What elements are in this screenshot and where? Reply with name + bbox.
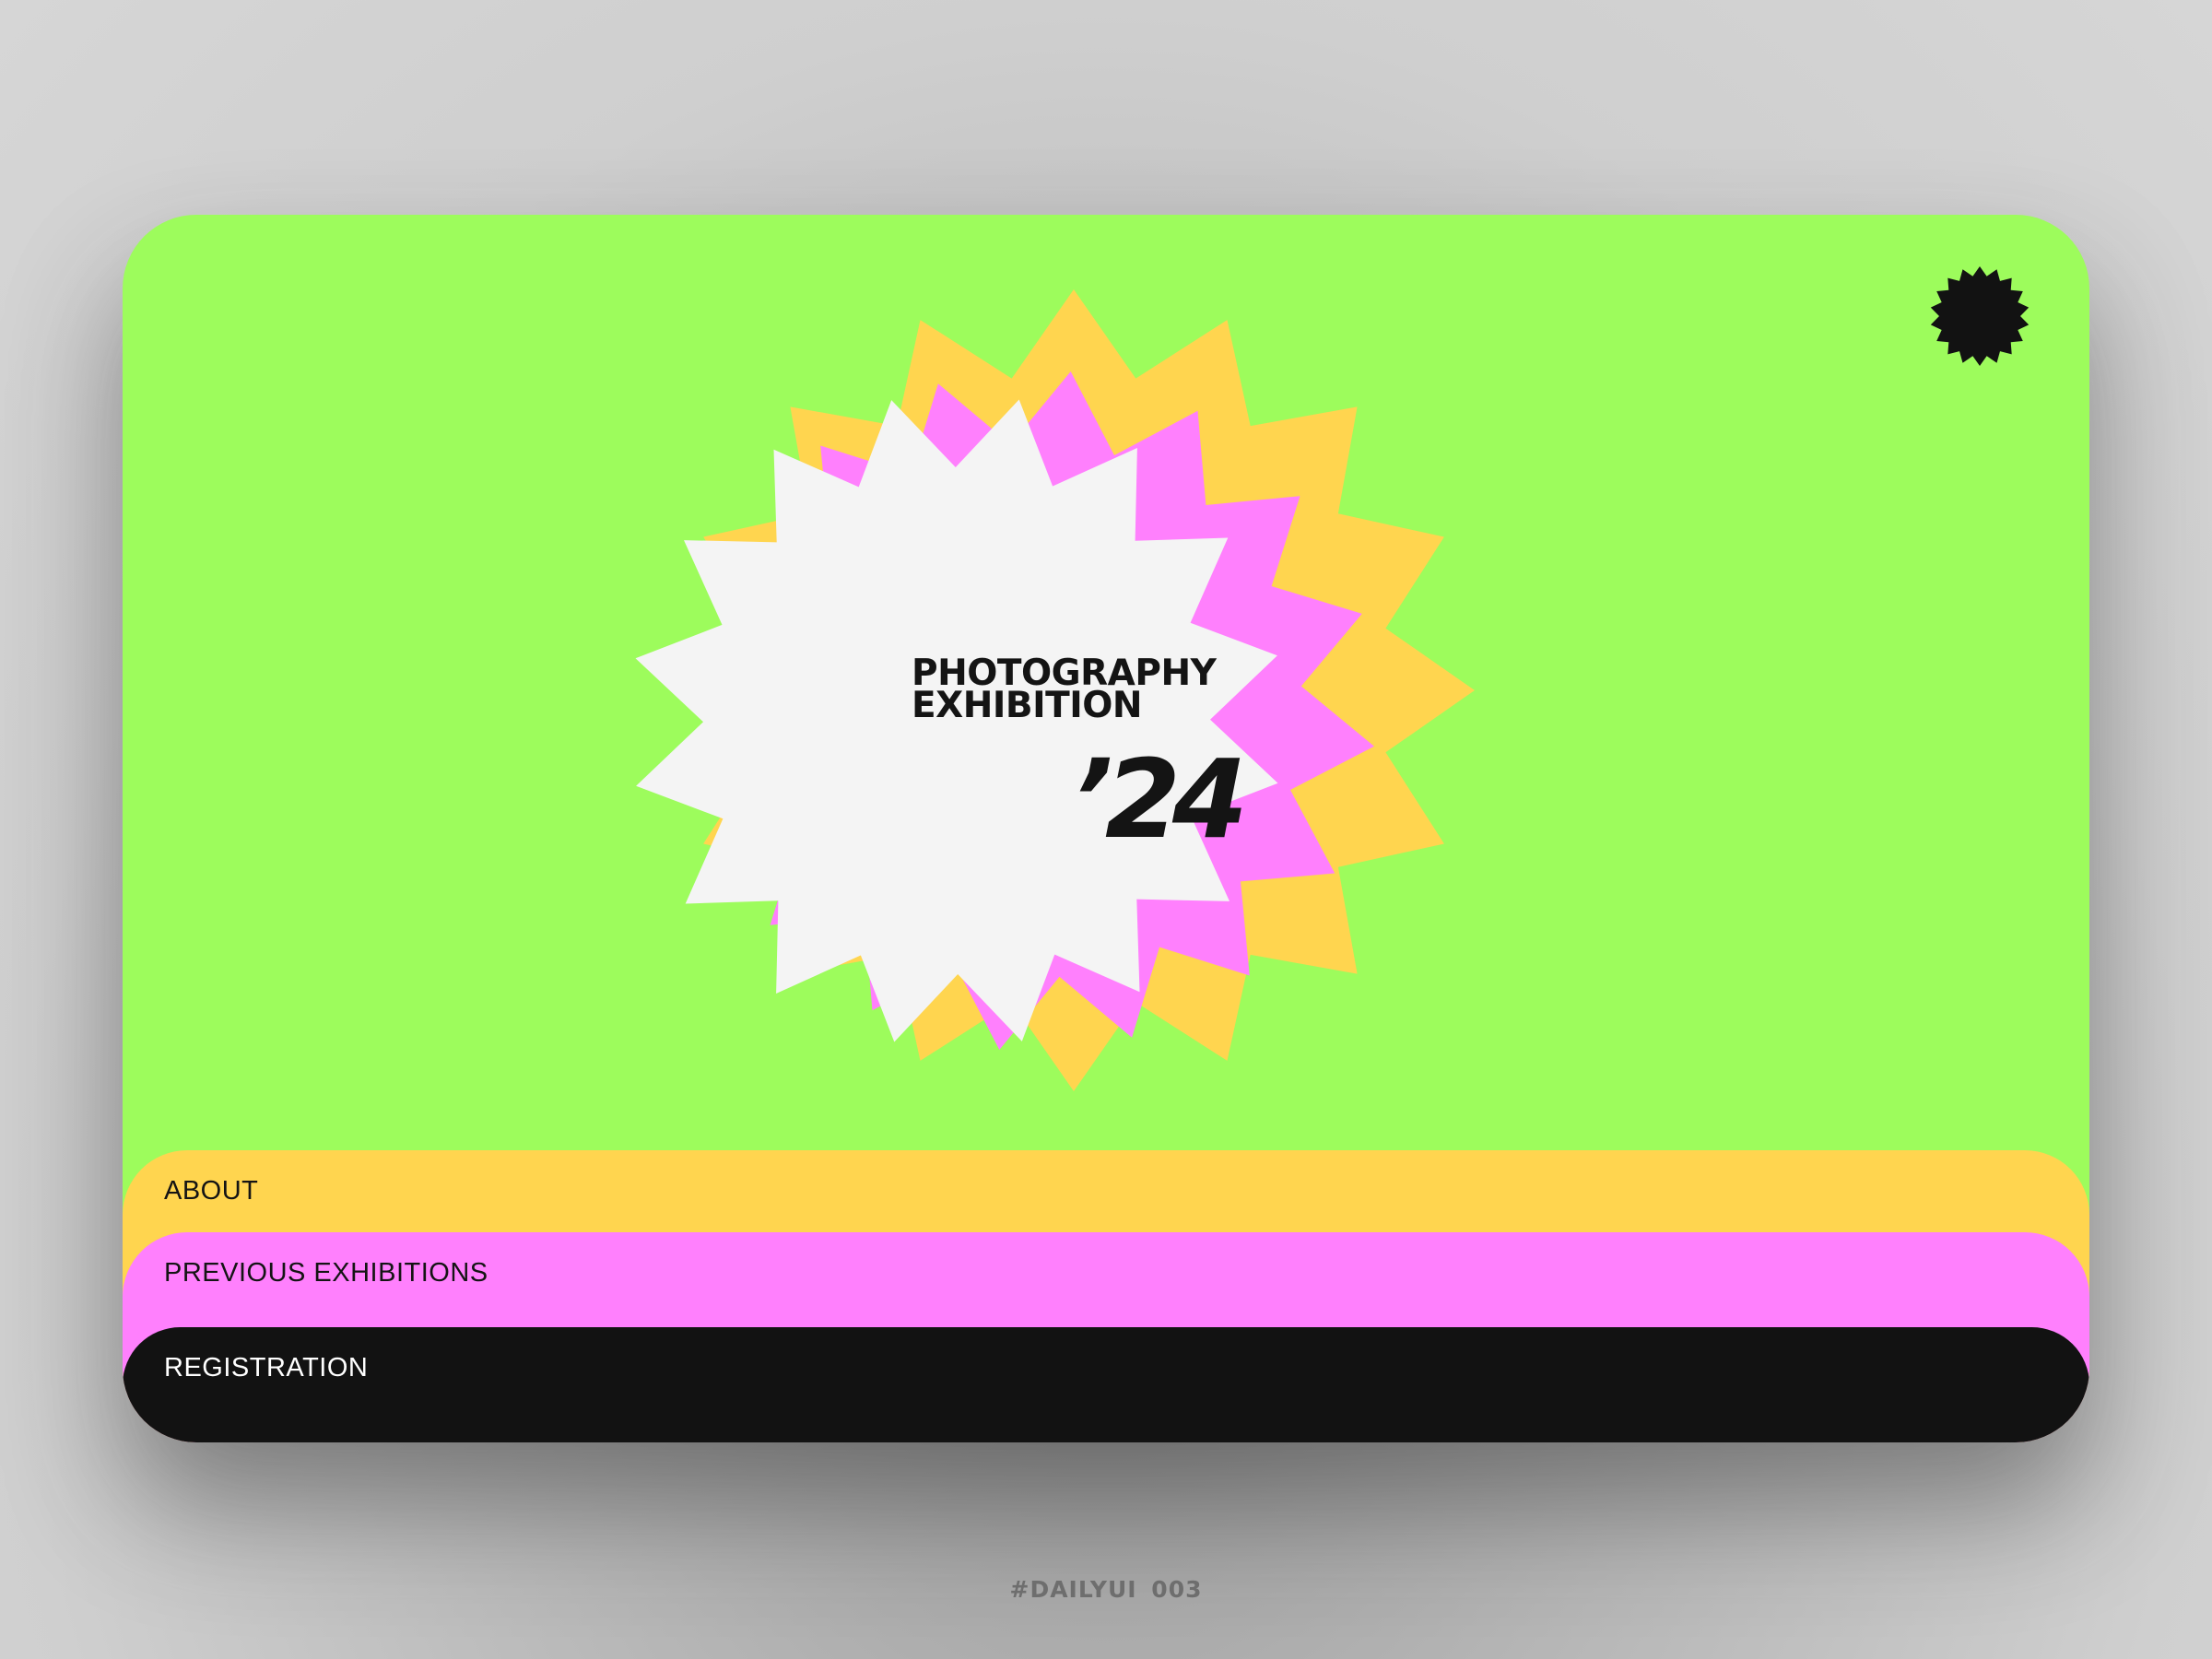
exhibition-card: PHOTOGRAPHY EXHIBITION ’24 ABOUT PREVIOU…: [123, 215, 2089, 1442]
menu-label-previous-exhibitions: PREVIOUS EXHIBITIONS: [164, 1258, 488, 1288]
title-line-exhibition: EXHIBITION: [912, 685, 1143, 726]
starburst-badge-icon[interactable]: [1929, 265, 2030, 367]
hero-section: PHOTOGRAPHY EXHIBITION ’24: [123, 215, 2089, 1229]
dailyui-caption: #DAILYUI 003: [1009, 1576, 1203, 1603]
exhibition-title: PHOTOGRAPHY EXHIBITION: [912, 655, 1217, 726]
menu-label-about: ABOUT: [164, 1176, 259, 1206]
menu-label-registration: REGISTRATION: [164, 1353, 369, 1382]
menu-item-registration[interactable]: REGISTRATION: [123, 1327, 2089, 1442]
year-label: ’24: [1072, 735, 1248, 863]
